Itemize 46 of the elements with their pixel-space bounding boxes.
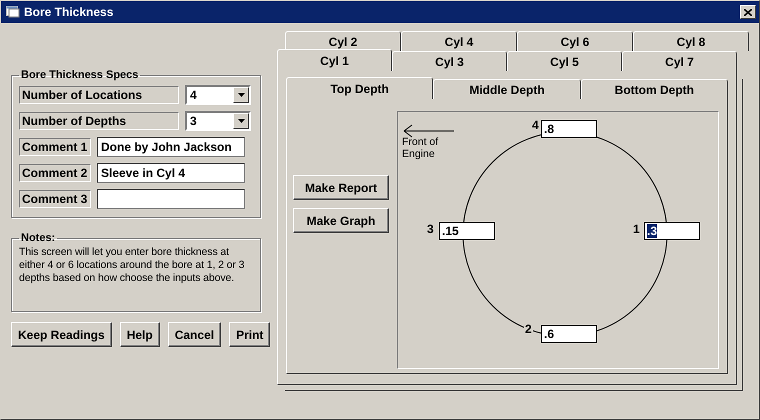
action-button[interactable]: Make Report [293,175,389,200]
field-label: Number of Locations [19,86,179,104]
cylinder-tab[interactable]: Cyl 7 [622,51,737,71]
cylinder-tab[interactable]: Cyl 5 [507,51,622,71]
reading-field[interactable]: .6 [541,325,597,343]
location-number: 1 [632,222,641,236]
location-number: 2 [524,322,533,336]
group-title: Bore Thickness Specs [20,69,140,81]
field-label: Number of Depths [19,112,179,130]
action-button[interactable]: Print [229,322,270,347]
field-label: Comment 1 [19,138,91,156]
input-field[interactable]: Done by John Jackson [97,137,245,157]
action-button[interactable]: Keep Readings [11,322,112,347]
direction-label: Front of Engine [402,136,440,160]
location-number: 4 [531,118,540,132]
cylinder-tab[interactable]: Cyl 6 [517,31,633,51]
reading-field[interactable]: .8 [541,120,597,138]
close-button[interactable] [740,5,756,19]
dropdown[interactable]: 4 [185,85,251,105]
dropdown-arrow-icon [238,93,244,97]
notes-text: This screen will let you enter bore thickness at either 4 or 6 locations around the bore at 1, 2 or 3 depths based on how choose the inputs above. [19,246,246,285]
arrow [403,124,455,138]
group-title: Notes: [20,232,56,244]
depth-tab[interactable]: Middle Depth [433,79,581,99]
action-button[interactable]: Cancel [168,322,222,347]
reading-field[interactable]: .3 [644,222,700,240]
input-field[interactable] [97,189,245,209]
dropdown-arrow-icon [238,119,244,123]
window-title: Bore Thickness [24,5,114,19]
input-field[interactable]: Sleeve in Cyl 4 [97,163,245,183]
depth-tab[interactable]: Top Depth [286,77,434,99]
action-button[interactable]: Make Graph [293,208,389,233]
cylinder-tab[interactable]: Cyl 1 [277,49,392,71]
dropdown[interactable]: 3 [185,111,251,131]
location-number: 3 [426,222,435,236]
cylinder-tab[interactable]: Cyl 2 [285,31,401,51]
close-icon [744,8,752,16]
field-label: Comment 2 [19,164,91,182]
action-button[interactable]: Help [120,322,160,347]
cylinder-tab[interactable]: Cyl 3 [392,51,507,71]
depth-tab[interactable]: Bottom Depth [580,79,728,99]
reading-field[interactable]: .15 [439,222,495,240]
window-icon [6,6,20,18]
cylinder-tab[interactable]: Cyl 8 [633,31,749,51]
cylinder-tab[interactable]: Cyl 4 [401,31,517,51]
field-label: Comment 3 [19,190,91,208]
